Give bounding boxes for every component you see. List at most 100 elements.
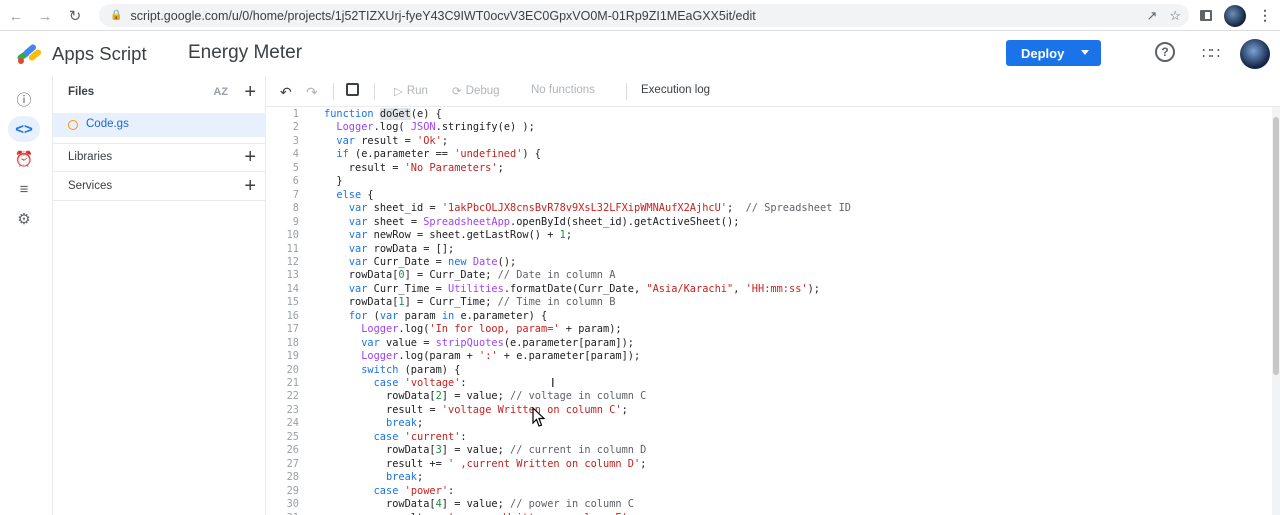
- line-number: 27: [286, 457, 299, 470]
- code-line[interactable]: 25 case 'current':: [266, 431, 1266, 445]
- code-line[interactable]: 7 else {: [266, 189, 1266, 203]
- undo-icon[interactable]: ↶: [280, 84, 292, 101]
- code-text: Logger.log('In for loop, param=' + param…: [361, 323, 622, 336]
- services-row[interactable]: Services +: [53, 172, 266, 200]
- browser-profile-avatar[interactable]: [1224, 4, 1246, 27]
- code-line[interactable]: 24 break;: [266, 417, 1266, 431]
- code-text: result += ' ,current Written on column D…: [324, 457, 647, 470]
- line-number: 20: [286, 363, 299, 376]
- code-line[interactable]: 14 var Curr_Time = Utilities.formatDate(…: [266, 283, 1266, 297]
- code-text: var Curr_Time = Utilities.formatDate(Cur…: [348, 282, 821, 295]
- code-text: for (var param in e.parameter) {: [348, 309, 548, 322]
- vertical-scrollbar[interactable]: [1272, 107, 1280, 515]
- run-label: Run: [406, 85, 428, 97]
- code-line[interactable]: 20 switch (param) {: [266, 364, 1266, 378]
- forward-arrow-icon[interactable]: →: [32, 3, 58, 29]
- debug-icon: ⟳: [452, 86, 462, 98]
- add-service-icon[interactable]: +: [244, 176, 256, 196]
- run-button[interactable]: ▷ Run: [394, 84, 428, 98]
- execution-log-button[interactable]: Execution log: [641, 84, 710, 96]
- lock-icon: 🔒: [110, 10, 123, 21]
- code-line[interactable]: 4 if (e.parameter == 'undefined') {: [266, 148, 1266, 162]
- mouse-pointer-icon: [532, 407, 546, 427]
- code-text: rowData[4] = value; // power in column C: [324, 498, 634, 511]
- deploy-button[interactable]: Deploy: [1006, 40, 1101, 66]
- code-line[interactable]: 22 rowData[2] = value; // voltage in col…: [266, 390, 1266, 404]
- libraries-row[interactable]: Libraries +: [53, 143, 266, 171]
- code-line[interactable]: 2 Logger.log( JSON.stringify(e) );: [266, 121, 1266, 135]
- code-line[interactable]: 17 Logger.log('In for loop, param=' + pa…: [266, 323, 1266, 337]
- code-line[interactable]: 1 function doGet(e) {: [266, 108, 1266, 122]
- code-line[interactable]: 3 var result = 'Ok';: [266, 135, 1266, 149]
- address-bar[interactable]: 🔒 script.google.com/u/0/home/projects/1j…: [99, 4, 1189, 27]
- code-line[interactable]: 21 case 'voltage':: [266, 377, 1266, 391]
- line-number: 9: [292, 215, 299, 228]
- scrollbar-thumb[interactable]: [1273, 117, 1279, 375]
- code-line[interactable]: 13 rowData[0] = Curr_Date; // Date in co…: [266, 269, 1266, 283]
- code-line[interactable]: 19 Logger.log(param + ':' + e.parameter[…: [266, 350, 1266, 364]
- code-editor[interactable]: 1 function doGet(e) {2 Logger.log( JSON.s…: [266, 107, 1280, 515]
- line-number: 29: [286, 484, 299, 497]
- code-line[interactable]: 27 result += ' ,current Written on colum…: [266, 458, 1266, 472]
- help-icon[interactable]: ?: [1155, 42, 1175, 62]
- reload-icon[interactable]: ↻: [62, 3, 88, 29]
- apps-grid-icon[interactable]: ∷∷: [1202, 44, 1220, 62]
- overview-info-icon[interactable]: ⓘ: [8, 86, 40, 112]
- code-line[interactable]: 9 var sheet = SpreadsheetApp.openById(sh…: [266, 216, 1266, 230]
- settings-gear-icon[interactable]: ⚙: [8, 206, 40, 232]
- account-avatar[interactable]: [1240, 39, 1270, 69]
- line-number: 23: [286, 403, 299, 416]
- code-text: Logger.log( JSON.stringify(e) );: [336, 121, 535, 134]
- save-icon[interactable]: [346, 83, 359, 96]
- project-title[interactable]: Energy Meter: [188, 42, 302, 64]
- code-text: case 'voltage':: [373, 377, 467, 389]
- sort-az-icon[interactable]: AZ: [213, 86, 228, 98]
- line-number: 12: [286, 255, 299, 268]
- add-library-icon[interactable]: +: [244, 147, 256, 167]
- executions-list-icon[interactable]: ≡: [8, 176, 40, 202]
- code-line[interactable]: 12 var Curr_Date = new Date();: [266, 256, 1266, 270]
- code-line[interactable]: 23 result = 'voltage Written on column C…: [266, 404, 1266, 418]
- apps-script-logo-icon: [17, 44, 42, 64]
- share-icon[interactable]: ↗: [1146, 8, 1157, 24]
- line-number: 7: [292, 188, 299, 201]
- code-text: Logger.log(param + ':' + e.parameter[par…: [361, 350, 641, 363]
- code-line[interactable]: 30 rowData[4] = value; // power in colum…: [266, 498, 1266, 512]
- text-cursor-icon: I: [551, 375, 555, 390]
- line-number: 4: [292, 148, 299, 161]
- code-line[interactable]: 29 case 'power':: [266, 485, 1266, 499]
- code-line[interactable]: 8 var sheet_id = '1akPbcOLJX8cnsBvR78v9X…: [266, 202, 1266, 216]
- line-number: 11: [286, 242, 299, 255]
- sidebar-toggle-icon[interactable]: [1200, 10, 1212, 21]
- code-text: if (e.parameter == 'undefined') {: [336, 148, 542, 161]
- file-item-code-gs[interactable]: Code.gs: [53, 113, 266, 137]
- function-select[interactable]: No functions: [531, 84, 595, 96]
- code-line[interactable]: 11 var rowData = [];: [266, 243, 1266, 257]
- debug-button[interactable]: ⟳ Debug: [452, 84, 500, 98]
- app-name[interactable]: Apps Script: [52, 43, 147, 65]
- code-text: rowData[1] = Curr_Time; // Time in colum…: [324, 296, 616, 309]
- triggers-alarm-icon[interactable]: ⏰: [8, 146, 40, 172]
- code-line[interactable]: 26 rowData[3] = value; // current in col…: [266, 444, 1266, 458]
- code-line[interactable]: 5 result = 'No Parameters';: [266, 162, 1266, 176]
- libraries-label: Libraries: [68, 151, 113, 163]
- code-line[interactable]: 28 break;: [266, 471, 1266, 485]
- code-text: result = 'voltage Written on column C';: [324, 403, 628, 416]
- code-text: var Curr_Date = new Date();: [348, 255, 517, 268]
- line-number: 6: [292, 175, 299, 188]
- line-number: 22: [286, 390, 299, 403]
- line-number: 1: [292, 108, 299, 120]
- bookmark-star-icon[interactable]: ☆: [1169, 8, 1181, 24]
- browser-menu-icon[interactable]: ⋮: [1258, 7, 1272, 24]
- add-file-icon[interactable]: +: [244, 82, 256, 102]
- code-line[interactable]: 16 for (var param in e.parameter) {: [266, 310, 1266, 324]
- back-arrow-icon[interactable]: ←: [3, 3, 29, 29]
- editor-code-icon[interactable]: <>: [8, 116, 40, 142]
- code-line[interactable]: 6 }: [266, 175, 1266, 189]
- code-line[interactable]: 18 var value = stripQuotes(e.parameter[p…: [266, 337, 1266, 351]
- code-line[interactable]: 31 result += ' ,power Written on column …: [266, 512, 1266, 515]
- redo-icon[interactable]: ↷: [306, 84, 318, 101]
- code-line[interactable]: 10 var newRow = sheet.getLastRow() + 1;: [266, 229, 1266, 243]
- line-number: 16: [286, 309, 299, 322]
- code-line[interactable]: 15 rowData[1] = Curr_Time; // Time in co…: [266, 296, 1266, 310]
